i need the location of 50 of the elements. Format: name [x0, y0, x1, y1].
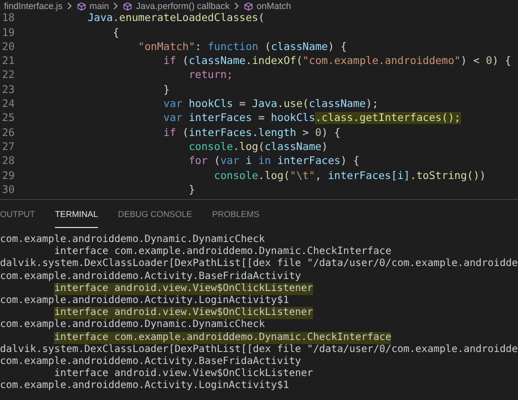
panel-tab[interactable]: PROBLEMS [212, 208, 260, 228]
code-line: { [112, 26, 120, 41]
line-number: 25 [1, 111, 16, 126]
chevron-icon [113, 2, 120, 10]
code-line: "onMatch": function (className) { [137, 40, 347, 55]
panel-tab[interactable]: TERMINAL [54, 208, 98, 228]
panel-tab[interactable]: DEBUG CONSOLE [118, 208, 192, 228]
cube-icon [76, 2, 86, 10]
terminal-line: interface com.example.androiddemo.Dynamic.CheckInterface [54, 246, 392, 258]
line-number: 29 [1, 168, 16, 184]
chevron-icon [234, 2, 240, 10]
code-line: for (var i in interFaces) { [188, 154, 360, 170]
breadcrumb-item[interactable]: onMatch [256, 2, 292, 10]
code-line: } [188, 182, 196, 198]
cube-icon [123, 2, 132, 10]
line-number: 19 [1, 26, 16, 41]
terminal-line: com.example.androiddemo.Dynamic.DynamicCheck [0, 319, 265, 332]
line-number: 23 [1, 82, 16, 98]
terminal-line: com.example.androiddemo.Activity.BaseFridaActivity [0, 356, 302, 368]
terminal-line: com.example.androiddemo.Activity.BaseFridaActivity [0, 270, 302, 283]
line-number: 21 [1, 54, 16, 70]
terminal-line: interface android.view.View$OnClickListener [54, 368, 314, 380]
terminal-line: com.example.androiddemo.Activity.LoginActivity$1 [0, 380, 289, 393]
code-line: if (className.indexOf("com.example.androiddemo") < 0) { [162, 54, 512, 70]
cube-icon [244, 2, 253, 10]
line-number: 18 [1, 11, 16, 26]
panel-tab[interactable]: OUTPUT [0, 208, 35, 228]
terminal-line: com.example.androiddemo.Dynamic.DynamicCheck [0, 234, 265, 246]
chevron-icon [66, 2, 73, 10]
line-number: 30 [1, 182, 16, 198]
line-number: 27 [1, 140, 16, 155]
breadcrumb-item[interactable]: Java.perform() callback [136, 2, 230, 10]
code-line: } [162, 82, 170, 98]
terminal-line: com.example.androiddemo.Activity.LoginActivity$1 [0, 295, 289, 307]
code-line: console.log("\t", interFaces[i].toString()) [213, 168, 486, 184]
breadcrumb-item[interactable]: main [90, 2, 110, 10]
code-line: var interFaces = hookCls.class.getInterfaces(); [162, 111, 461, 126]
code-line: Java.enumerateLoadedClasses( [86, 11, 265, 26]
line-number: 20 [1, 40, 16, 55]
line-number: 24 [1, 97, 16, 112]
line-number: 22 [1, 68, 16, 84]
code-line: console.log(className) [188, 140, 328, 155]
line-number: 28 [1, 154, 16, 170]
terminal-line: dalvik.system.DexClassLoader[DexPathList[[dex file "/data/user/0/com.example.androidde [0, 344, 518, 356]
breadcrumb-item[interactable]: findInterface.js [4, 2, 63, 10]
line-number: 26 [1, 126, 16, 141]
terminal-line: dalvik.system.DexClassLoader[DexPathList[[dex file "/data/user/0/com.example.androidde [0, 258, 518, 271]
code-line: if (interFaces.length > 0) { [162, 126, 340, 141]
code-line: var hookCls = Java.use(className); [162, 97, 378, 112]
code-line: return; [188, 68, 233, 84]
